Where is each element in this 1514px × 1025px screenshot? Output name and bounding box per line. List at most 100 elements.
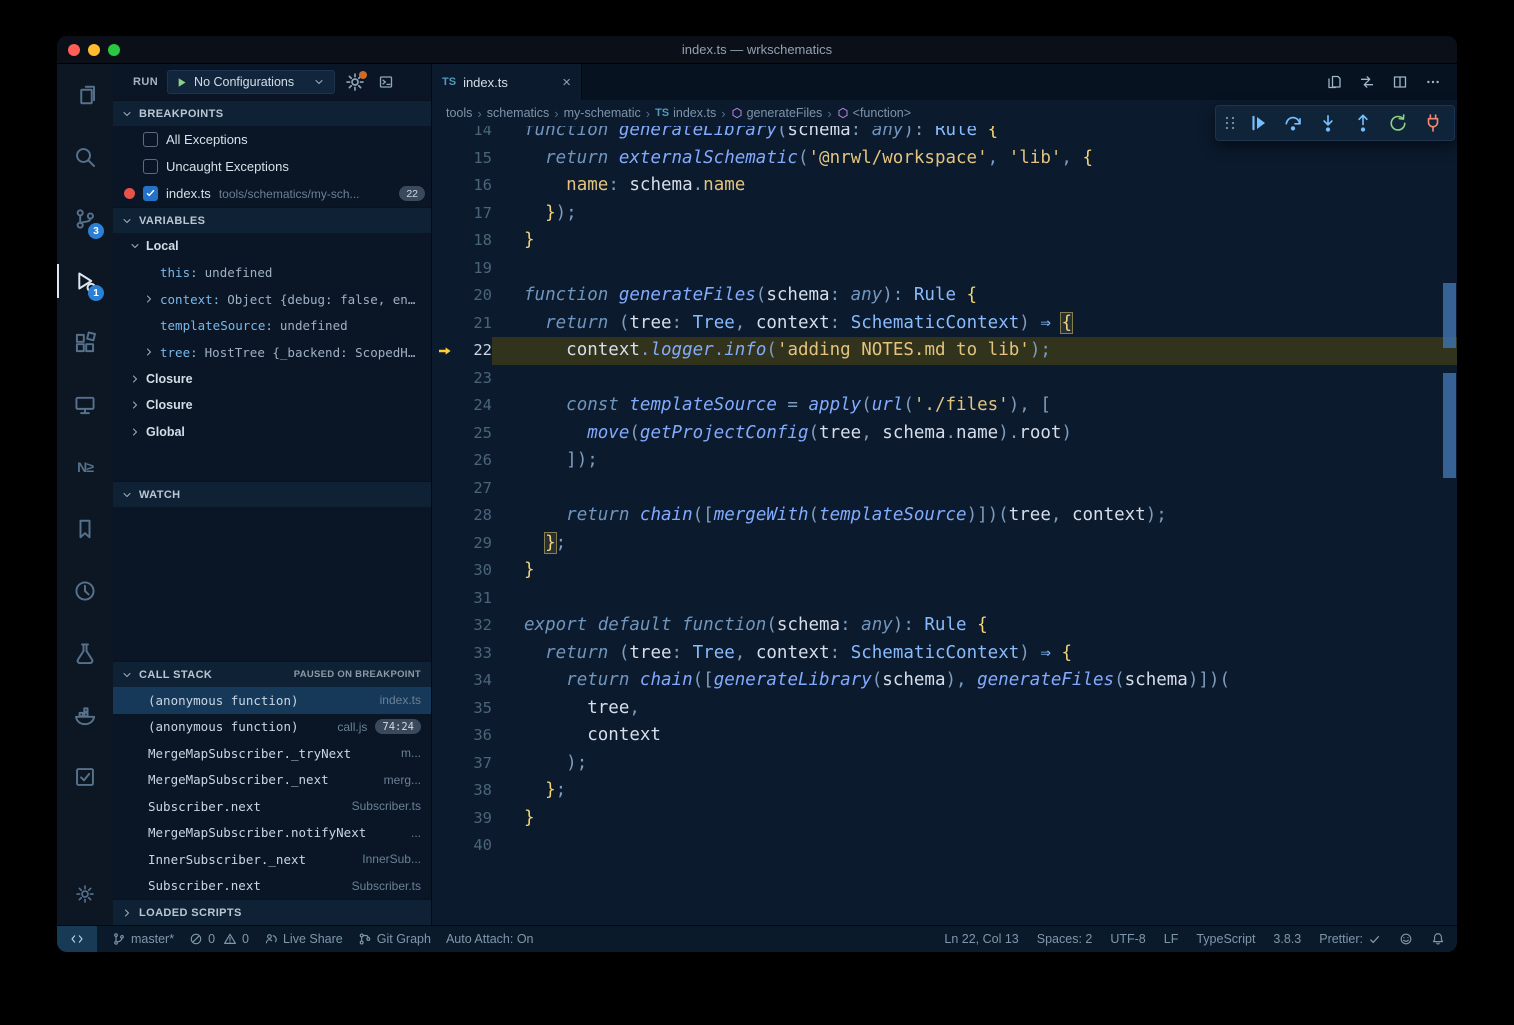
code-line-24[interactable]: 24 const templateSource = apply(url('./f… [432, 392, 1457, 420]
gutter-glyph-margin[interactable] [432, 200, 458, 228]
gutter-glyph-margin[interactable] [432, 585, 458, 613]
breadcrumb-my-schematic[interactable]: my-schematic [564, 106, 641, 120]
code-line-37[interactable]: 37 ); [432, 750, 1457, 778]
call-stack-frame[interactable]: Subscriber.nextSubscriber.ts [113, 873, 431, 900]
bookmarks-icon[interactable] [57, 498, 113, 560]
gutter-glyph-margin[interactable] [432, 750, 458, 778]
gutter-glyph-margin[interactable] [432, 145, 458, 173]
breakpoint-item[interactable]: Uncaught Exceptions [113, 153, 431, 180]
code-line-30[interactable]: 30} [432, 557, 1457, 585]
call-stack-frame[interactable]: InnerSubscriber._nextInnerSub... [113, 846, 431, 873]
docker-icon[interactable] [57, 684, 113, 746]
breakpoint-checkbox[interactable] [143, 132, 158, 147]
todo-tree-icon[interactable] [57, 746, 113, 808]
step-over-icon[interactable] [1276, 108, 1309, 138]
chevron-down-icon[interactable] [129, 240, 146, 252]
code-line-39[interactable]: 39} [432, 805, 1457, 833]
search-icon[interactable] [57, 126, 113, 188]
code-line-28[interactable]: 28 return chain([mergeWith(templateSourc… [432, 502, 1457, 530]
code-line-40[interactable]: 40 [432, 832, 1457, 860]
code-line-34[interactable]: 34 return chain([generateLibrary(schema)… [432, 667, 1457, 695]
breadcrumb-index-ts[interactable]: TSindex.ts [655, 106, 716, 120]
call-stack-frame[interactable]: Subscriber.nextSubscriber.ts [113, 793, 431, 820]
code-line-38[interactable]: 38 }; [432, 777, 1457, 805]
compare-changes-icon[interactable] [1359, 74, 1375, 90]
gutter-glyph-margin[interactable] [432, 557, 458, 585]
breadcrumb-function[interactable]: <function> [837, 106, 911, 120]
gutter-glyph-margin[interactable] [432, 530, 458, 558]
code-line-35[interactable]: 35 tree, [432, 695, 1457, 723]
gutter-glyph-margin[interactable] [432, 612, 458, 640]
variable-row[interactable]: Global [113, 419, 431, 446]
chevron-right-icon[interactable] [143, 293, 160, 305]
gutter-glyph-margin[interactable] [432, 447, 458, 475]
manage-settings-gear-icon[interactable] [57, 863, 113, 925]
loaded-scripts-section-header[interactable]: LOADED SCRIPTS [113, 899, 431, 925]
remote-explorer-icon[interactable] [57, 374, 113, 436]
code-line-29[interactable]: 29 }; [432, 530, 1457, 558]
gutter-glyph-margin[interactable] [432, 475, 458, 503]
status-prettier[interactable]: Prettier: [1319, 932, 1381, 946]
gutter-glyph-margin[interactable] [432, 502, 458, 530]
gutter-glyph-margin[interactable] [432, 695, 458, 723]
code-line-27[interactable]: 27 [432, 475, 1457, 503]
gutter-glyph-margin[interactable] [432, 365, 458, 393]
code-line-16[interactable]: 16 name: schema.name [432, 172, 1457, 200]
gutter-glyph-margin[interactable] [432, 777, 458, 805]
code-line-26[interactable]: 26 ]); [432, 447, 1457, 475]
gutter-glyph-margin[interactable] [432, 805, 458, 833]
gutter-glyph-margin[interactable] [432, 420, 458, 448]
disconnect-icon[interactable] [1416, 108, 1449, 138]
gutter-glyph-margin[interactable] [432, 392, 458, 420]
chevron-right-icon[interactable] [129, 373, 146, 385]
debug-settings-gear-icon[interactable] [344, 71, 366, 93]
status-cursor-position[interactable]: Ln 22, Col 13 [944, 932, 1018, 946]
split-editor-icon[interactable] [1392, 74, 1408, 90]
breadcrumb-schematics[interactable]: schematics [487, 106, 550, 120]
code-line-19[interactable]: 19 [432, 255, 1457, 283]
breakpoints-section-header[interactable]: BREAKPOINTS [113, 100, 431, 126]
minimize-window-button[interactable] [88, 44, 100, 56]
status-errors[interactable]: 0 [189, 932, 215, 946]
status-indentation[interactable]: Spaces: 2 [1037, 932, 1093, 946]
status-warnings[interactable]: 0 [223, 932, 249, 946]
code-line-22[interactable]: 22 context.logger.info('adding NOTES.md … [432, 337, 1457, 365]
status-git-branch[interactable]: master* [112, 932, 174, 946]
breakpoint-checkbox[interactable] [143, 186, 158, 201]
close-window-button[interactable] [68, 44, 80, 56]
breadcrumb-generatefiles[interactable]: generateFiles [731, 106, 823, 120]
code-line-20[interactable]: 20function generateFiles(schema: any): R… [432, 282, 1457, 310]
source-control-icon[interactable]: 3 [57, 188, 113, 250]
status-encoding[interactable]: UTF-8 [1110, 932, 1145, 946]
gutter-glyph-margin[interactable] [432, 667, 458, 695]
call-stack-frame[interactable]: (anonymous function)index.ts [113, 687, 431, 714]
breakpoint-item[interactable]: All Exceptions [113, 126, 431, 153]
code-line-36[interactable]: 36 context [432, 722, 1457, 750]
code-editor[interactable]: 14function generateLibrary(schema: any):… [432, 126, 1457, 925]
call-stack-frame[interactable]: MergeMapSubscriber._nextmerg... [113, 767, 431, 794]
code-line-18[interactable]: 18} [432, 227, 1457, 255]
continue-icon[interactable] [1241, 108, 1274, 138]
status-auto-attach[interactable]: Auto Attach: On [446, 932, 534, 946]
status-typescript-version[interactable]: 3.8.3 [1273, 932, 1301, 946]
gutter-glyph-margin[interactable] [432, 310, 458, 338]
gitlens-icon[interactable] [57, 560, 113, 622]
variable-row[interactable]: templateSource:undefined [113, 313, 431, 340]
variable-row[interactable]: tree:HostTree {_backend: ScopedH… [113, 339, 431, 366]
status-language-mode[interactable]: TypeScript [1196, 932, 1255, 946]
breadcrumb-tools[interactable]: tools [446, 106, 472, 120]
variable-row[interactable]: this:undefined [113, 260, 431, 287]
variable-row[interactable]: Closure [113, 366, 431, 393]
chevron-right-icon[interactable] [143, 346, 160, 358]
more-actions-icon[interactable] [1425, 74, 1441, 90]
code-line-17[interactable]: 17 }); [432, 200, 1457, 228]
breakpoint-checkbox[interactable] [143, 159, 158, 174]
code-line-32[interactable]: 32export default function(schema: any): … [432, 612, 1457, 640]
drag-handle-icon[interactable] [1221, 108, 1239, 138]
chevron-right-icon[interactable] [129, 399, 146, 411]
gutter-glyph-margin[interactable] [432, 722, 458, 750]
code-line-33[interactable]: 33 return (tree: Tree, context: Schemati… [432, 640, 1457, 668]
debug-configuration-dropdown[interactable]: No Configurations [167, 70, 335, 94]
restart-icon[interactable] [1381, 108, 1414, 138]
code-line-25[interactable]: 25 move(getProjectConfig(tree, schema.na… [432, 420, 1457, 448]
